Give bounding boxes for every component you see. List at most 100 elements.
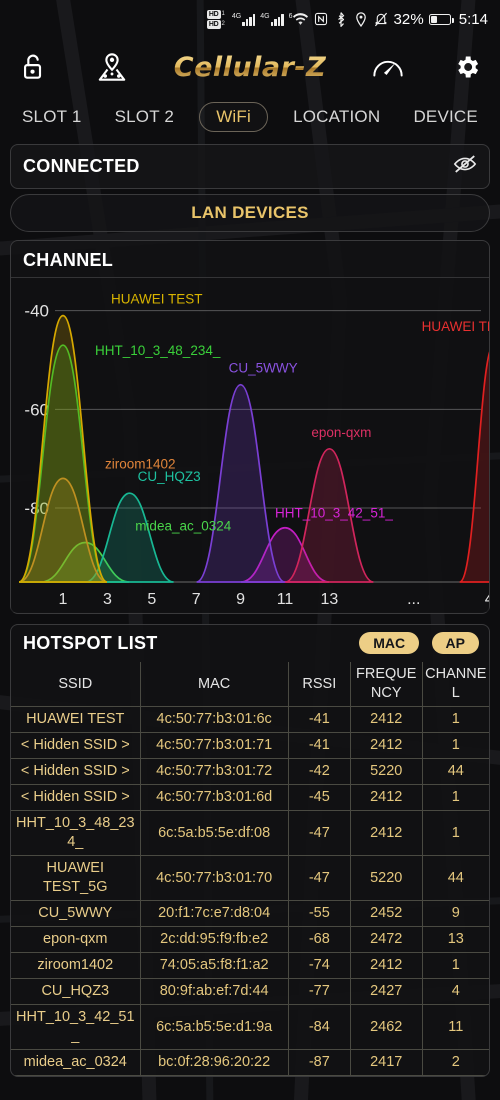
x-axis-tick-label: 9 xyxy=(236,591,245,608)
table-row[interactable]: HUAWEI TEST 4c:50:77:b3:01:6c -41 2412 1 xyxy=(11,706,489,733)
cell-mac: 4c:50:77:b3:01:6d xyxy=(139,784,289,811)
signal-bars-1 xyxy=(242,13,256,26)
table-header-row: SSID MAC RSSI FREQUENCY CHANNEL xyxy=(11,662,489,707)
cell-frequency: 5220 xyxy=(349,855,423,901)
column-header-mac[interactable]: MAC xyxy=(139,662,289,707)
tab-wifi[interactable]: WiFi xyxy=(199,102,268,132)
series-label: HUAWEI TEST xyxy=(111,292,203,307)
cell-ssid: < Hidden SSID > xyxy=(11,784,141,811)
cell-rssi: -47 xyxy=(287,810,351,856)
battery-percent: 32% xyxy=(393,10,424,28)
cell-ssid: < Hidden SSID > xyxy=(11,758,141,785)
cell-frequency: 2412 xyxy=(349,706,423,733)
series-label: CU_5WWY xyxy=(229,361,298,376)
tab-slot-2[interactable]: SLOT 2 xyxy=(107,103,182,131)
cell-mac: bc:0f:28:96:20:22 xyxy=(139,1049,289,1076)
cell-frequency: 2412 xyxy=(349,784,423,811)
cell-channel: 44 xyxy=(421,855,489,901)
hd1-num: 1 xyxy=(221,11,225,17)
cell-frequency: 2412 xyxy=(349,952,423,979)
unlock-icon[interactable] xyxy=(16,50,50,84)
cell-mac: 4c:50:77:b3:01:6c xyxy=(139,706,289,733)
tab-device[interactable]: DEVICE xyxy=(405,103,486,131)
cell-ssid: midea_ac_0324 xyxy=(11,1049,141,1076)
cell-frequency: 2462 xyxy=(349,1004,423,1050)
y-axis-tick-label: -40 xyxy=(24,302,49,321)
x-axis-tick-label: ... xyxy=(407,591,420,608)
cell-channel: 4 xyxy=(421,978,489,1005)
table-row[interactable]: < Hidden SSID >4c:50:77:b3:01:6d -45 2412 1 xyxy=(11,784,489,811)
series-label: CU_HQZ3 xyxy=(138,469,201,484)
mute-icon xyxy=(373,12,388,27)
hotspot-title: HOTSPOT LIST xyxy=(23,633,158,653)
lan-devices-button[interactable]: LAN DEVICES xyxy=(10,194,490,232)
hd2-num: 2 xyxy=(221,21,225,27)
series-label: HHT_10_3_42_51_ xyxy=(275,506,393,521)
table-row[interactable]: HUAWEI TEST_5G 4c:50:77:b3:01:70 -47 5220 44 xyxy=(11,855,489,901)
tab-slot-1[interactable]: SLOT 1 xyxy=(14,103,89,131)
column-header-rssi[interactable]: RSSI xyxy=(287,662,351,707)
location-icon xyxy=(353,11,368,27)
hotspot-list-card: HOTSPOT LIST MAC AP SSID MAC RSSI FREQUE… xyxy=(10,624,490,1077)
cell-channel: 1 xyxy=(421,706,489,733)
table-row[interactable]: ziroom1402 74:05:a5:f8:f1:a2 -74 2412 1 xyxy=(11,952,489,979)
bluetooth-icon xyxy=(333,11,348,27)
cell-mac: 6c:5a:b5:5e:df:08 xyxy=(139,810,289,856)
gear-icon[interactable] xyxy=(450,50,484,84)
page-title: Cellular-Z xyxy=(173,51,327,83)
tab-location[interactable]: LOCATION xyxy=(285,103,388,131)
table-row[interactable]: midea_ac_0324 bc:0f:28:96:20:22 -87 2417 2 xyxy=(11,1049,489,1076)
cell-channel: 1 xyxy=(421,732,489,759)
x-axis-tick-label: 13 xyxy=(321,591,339,608)
cell-ssid: HHT_10_3_48_234_ xyxy=(11,810,141,856)
connected-header: CONNECTED xyxy=(11,145,489,188)
speedometer-icon[interactable] xyxy=(371,50,405,84)
ap-filter-button[interactable]: AP xyxy=(431,631,479,654)
eye-off-icon[interactable] xyxy=(453,154,477,179)
table-row[interactable]: CU_5WWY 20:f1:7c:e7:d8:04 -55 2452 9 xyxy=(11,900,489,927)
cell-rssi: -45 xyxy=(287,784,351,811)
cell-ssid: HUAWEI TEST xyxy=(11,706,141,733)
app-root: HD 1 HD 2 4G 4G 6 32% 5:14 Cellular-Z SL… xyxy=(0,0,500,1100)
channel-chart[interactable]: -40 -60 -80 HUAWEI TEST HHT_10_3_48_234_ ziro… xyxy=(11,277,489,613)
cell-ssid: epon-qxm xyxy=(11,926,141,953)
column-header-ssid[interactable]: SSID xyxy=(11,662,141,707)
cell-frequency: 2417 xyxy=(349,1049,423,1076)
x-axis-tick-label: 44 xyxy=(485,591,489,608)
signal-bars-2 xyxy=(270,13,284,26)
cell-mac: 4c:50:77:b3:01:71 xyxy=(139,732,289,759)
cell-ssid: HHT_10_3_42_51_ xyxy=(11,1004,141,1050)
cell-rssi: -41 xyxy=(287,732,351,759)
cell-rssi: -47 xyxy=(287,855,351,901)
cell-mac: 80:9f:ab:ef:7d:44 xyxy=(139,978,289,1005)
cell-rssi: -68 xyxy=(287,926,351,953)
cell-channel: 11 xyxy=(421,1004,489,1050)
channel-title: CHANNEL xyxy=(23,250,114,270)
cell-rssi: -42 xyxy=(287,758,351,785)
x-axis-tick-label: 11 xyxy=(277,591,294,608)
series-label: midea_ac_0324 xyxy=(135,519,232,534)
table-row[interactable]: epon-qxm 2c:dd:95:f9:fb:e2 -68 2472 13 xyxy=(11,926,489,953)
column-header-channel[interactable]: CHANNEL xyxy=(421,662,489,707)
connected-card: CONNECTED xyxy=(10,144,490,189)
table-row[interactable]: HHT_10_3_42_51_ 6c:5a:b5:5e:d1:9a -84 2462 1… xyxy=(11,1004,489,1050)
net-type-1: 4G xyxy=(231,12,242,20)
x-axis-tick-label: 5 xyxy=(147,591,156,608)
table-row[interactable]: < Hidden SSID >4c:50:77:b3:01:71 -41 2412 1 xyxy=(11,732,489,759)
cell-mac: 74:05:a5:f8:f1:a2 xyxy=(139,952,289,979)
table-row[interactable]: < Hidden SSID >4c:50:77:b3:01:72 -42 5220 4… xyxy=(11,758,489,785)
x-axis-tick-label: 1 xyxy=(59,591,68,608)
signal-sim1: 4G xyxy=(231,12,256,26)
cell-channel: 1 xyxy=(421,952,489,979)
cell-rssi: -87 xyxy=(287,1049,351,1076)
column-header-frequency[interactable]: FREQUENCY xyxy=(349,662,423,707)
table-row[interactable]: HHT_10_3_48_234_ 6c:5a:b5:5e:df:08 -47 2412… xyxy=(11,810,489,856)
hotspot-table: SSID MAC RSSI FREQUENCY CHANNEL HUAWEI T… xyxy=(11,662,489,1076)
mac-filter-button[interactable]: MAC xyxy=(359,631,420,654)
cell-ssid: < Hidden SSID > xyxy=(11,732,141,759)
cell-channel: 44 xyxy=(421,758,489,785)
cell-mac: 6c:5a:b5:5e:d1:9a xyxy=(139,1004,289,1050)
map-pin-icon[interactable] xyxy=(95,50,129,84)
cell-channel: 1 xyxy=(421,784,489,811)
table-row[interactable]: CU_HQZ3 80:9f:ab:ef:7d:44 -77 2427 4 xyxy=(11,978,489,1005)
